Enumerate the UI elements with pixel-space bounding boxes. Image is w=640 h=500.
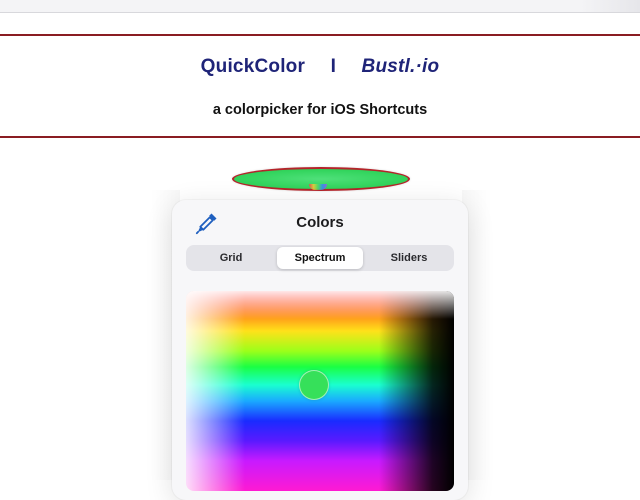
- page-subtitle: a colorpicker for iOS Shortcuts: [212, 102, 428, 118]
- spectrum-top-fade: [186, 291, 454, 319]
- color-spectrum-area[interactable]: [186, 291, 454, 491]
- browser-top-strip: [0, 0, 640, 13]
- tab-grid[interactable]: Grid: [188, 247, 274, 269]
- brand-row: QuickColor I Bustl.·io: [0, 56, 640, 78]
- app-name: QuickColor: [200, 56, 306, 77]
- spectrum-selector-knob[interactable]: [299, 370, 329, 400]
- browser-top-corner: [580, 0, 640, 12]
- color-picker-popover: Colors Grid Spectrum Sliders: [172, 200, 468, 500]
- tab-spectrum[interactable]: Spectrum: [277, 247, 363, 269]
- picker-mode-segmented-control: Grid Spectrum Sliders: [186, 245, 454, 271]
- picker-title: Colors: [296, 214, 344, 231]
- brand-name[interactable]: Bustl.·io: [362, 56, 440, 78]
- brand-separator: I: [330, 56, 337, 77]
- page-header: QuickColor I Bustl.·io a colorpicker for…: [0, 34, 640, 138]
- tab-sliders[interactable]: Sliders: [366, 247, 452, 269]
